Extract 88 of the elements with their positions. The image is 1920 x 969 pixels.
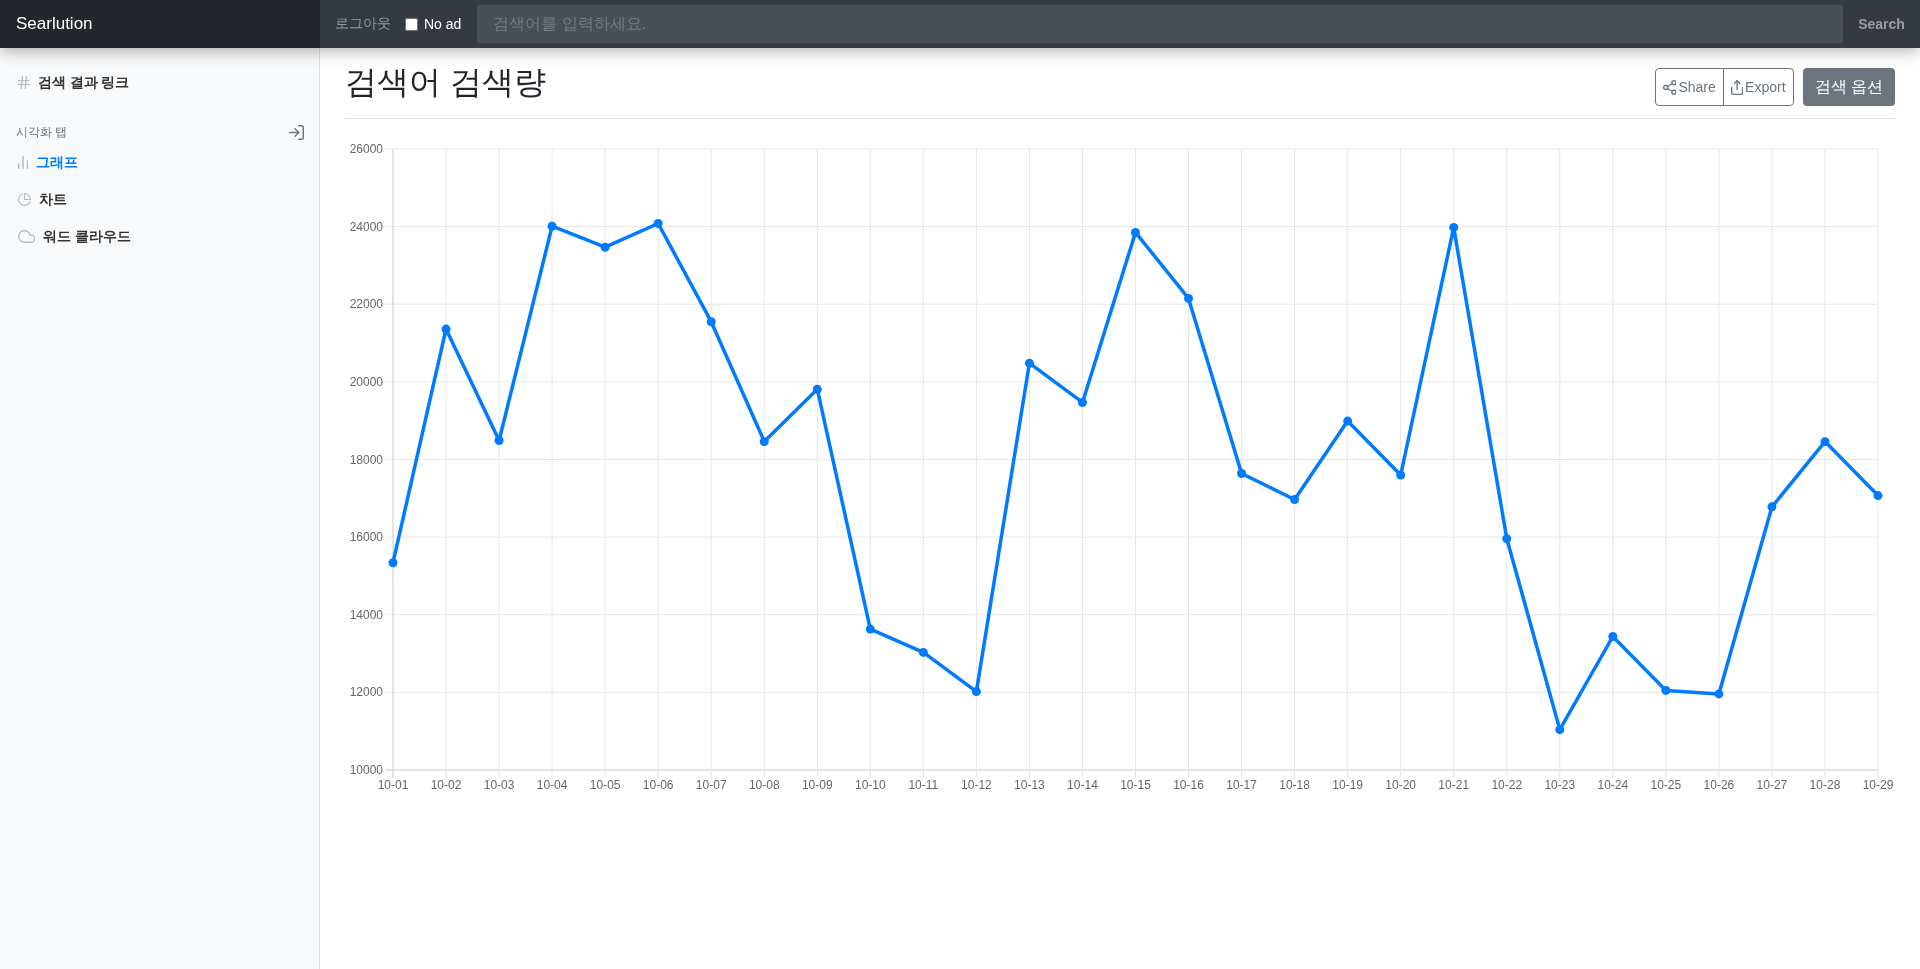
x-axis-label: 10-04 [536, 778, 568, 792]
x-axis-label: 10-18 [1279, 778, 1310, 792]
x-axis-label: 10-07 [695, 778, 727, 792]
data-point [1396, 470, 1406, 480]
hash-icon [18, 76, 30, 89]
checkbox-label[interactable]: No ad [424, 16, 462, 32]
y-axis-label: 18000 [349, 452, 383, 467]
data-point [1714, 689, 1724, 699]
brand-link[interactable]: Searlution [0, 0, 320, 48]
data-point [388, 558, 398, 568]
y-axis-label: 10000 [349, 763, 383, 777]
data-point [812, 384, 822, 394]
x-axis-label: 10-20 [1385, 778, 1417, 792]
data-point [971, 687, 981, 697]
data-point [1131, 227, 1140, 237]
upload-icon [1730, 79, 1744, 95]
x-axis-label: 10-19 [1332, 778, 1363, 792]
x-axis-label: 10-27 [1756, 778, 1788, 792]
data-point [494, 436, 504, 445]
x-axis-label: 10-16 [1173, 778, 1204, 792]
x-axis-label: 10-11 [908, 778, 939, 792]
x-axis-label: 10-09 [801, 778, 833, 792]
checkbox[interactable] [405, 17, 418, 31]
x-axis-label: 10-15 [1120, 778, 1151, 792]
x-axis-label: 10-03 [483, 778, 515, 792]
data-point [1502, 534, 1512, 544]
share-button[interactable]: Share [1654, 68, 1724, 106]
data-point [547, 221, 557, 231]
search-button[interactable]: Search [1843, 0, 1920, 48]
x-axis-label: 10-25 [1650, 778, 1682, 792]
x-axis-label: 10-08 [748, 778, 780, 792]
x-axis-label: 10-22 [1491, 778, 1523, 792]
x-axis-label: 10-14 [1067, 778, 1098, 792]
share-icon [1662, 79, 1677, 95]
data-point [1555, 725, 1565, 735]
x-axis-label: 10-05 [589, 778, 621, 792]
data-point [1767, 502, 1777, 512]
data-point [865, 624, 875, 634]
x-axis-label: 10-21 [1438, 778, 1470, 792]
data-point [1024, 358, 1034, 368]
sidebar-item[interactable]: 차트 [0, 181, 320, 218]
data-point [1077, 397, 1087, 407]
bar-chart-icon [18, 156, 29, 169]
sidebar-item[interactable]: 워드 클라우드 [0, 218, 320, 255]
data-point [653, 219, 663, 228]
y-axis-label: 24000 [349, 219, 383, 234]
x-axis-label: 10-06 [642, 778, 674, 792]
x-axis-label: 10-23 [1544, 778, 1576, 792]
logout-link[interactable]: 로그아웃 [320, 15, 405, 33]
data-point [1237, 468, 1247, 478]
x-axis-label: 10-01 [377, 778, 409, 792]
login-icon[interactable] [289, 124, 304, 140]
data-point [706, 317, 716, 327]
sidebar-link[interactable]: 검색 결과 링크 [0, 64, 320, 101]
data-point [1184, 293, 1194, 303]
data-point [1290, 495, 1300, 504]
y-axis-label: 20000 [349, 374, 383, 389]
sidebar-item[interactable]: 그래프 [0, 144, 320, 181]
x-axis-label: 10-26 [1703, 778, 1735, 792]
data-point [441, 324, 451, 334]
data-point [1820, 437, 1830, 447]
export-button[interactable]: Export [1722, 68, 1794, 106]
page-title: 검색어 검색량 [345, 63, 546, 102]
search-options-button[interactable]: 검색 옵션 [1802, 68, 1895, 106]
data-point [600, 242, 610, 252]
data-point [1343, 416, 1353, 426]
data-point [759, 437, 769, 447]
data-point [918, 647, 928, 657]
data-point [1449, 222, 1459, 232]
y-axis-label: 12000 [349, 685, 383, 700]
x-axis-label: 10-02 [430, 778, 462, 792]
y-axis-label: 22000 [349, 297, 383, 312]
data-point [1608, 632, 1618, 641]
x-axis-label: 10-24 [1597, 778, 1629, 792]
x-axis-label: 10-10 [854, 778, 886, 792]
data-point [1661, 685, 1671, 695]
pie-chart-icon [18, 193, 31, 206]
y-axis-label: 14000 [349, 607, 383, 622]
y-axis-label: 16000 [349, 530, 383, 545]
x-axis-label: 10-29 [1862, 778, 1894, 792]
cloud-icon [18, 230, 36, 243]
sidebar-heading: 시각화 탭 [16, 123, 68, 141]
y-axis-label: 26000 [349, 142, 383, 156]
x-axis-label: 10-12 [961, 778, 992, 792]
x-axis-label: 10-13 [1014, 778, 1045, 792]
x-axis-label: 10-17 [1226, 778, 1257, 792]
x-axis-label: 10-28 [1809, 778, 1841, 792]
data-point [1873, 491, 1883, 501]
